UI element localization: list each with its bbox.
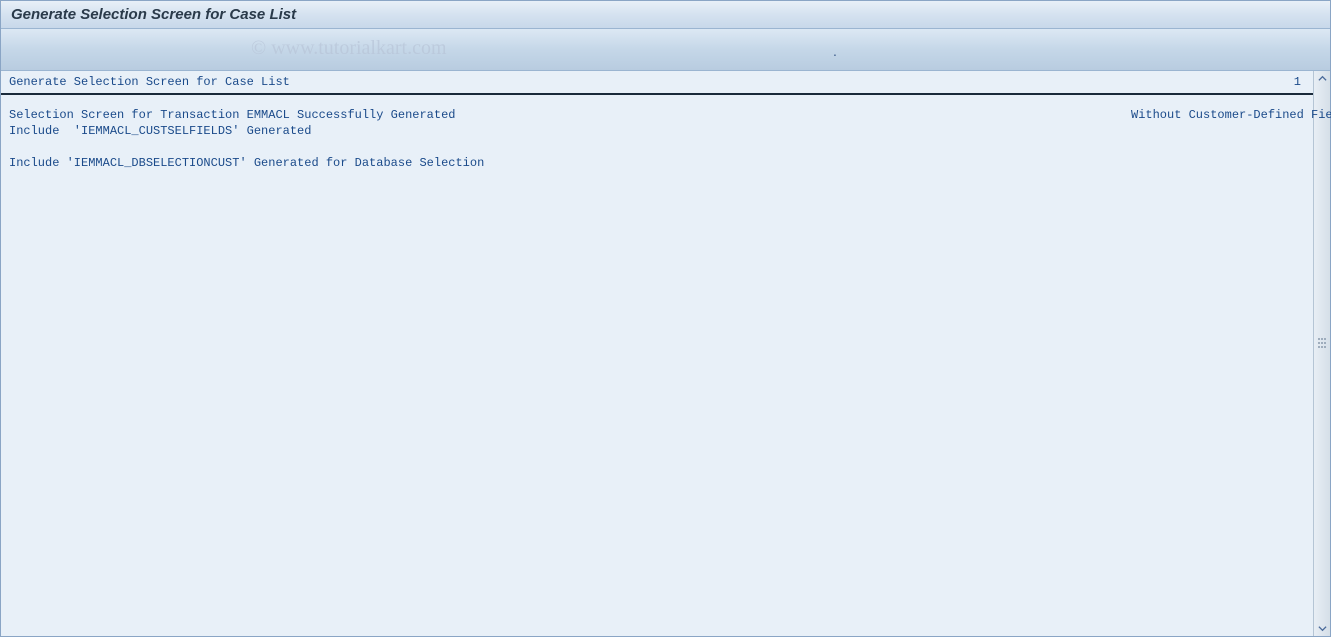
- report-line-left: Include 'IEMMACL_CUSTSELFIELDS' Generate…: [9, 123, 311, 139]
- vertical-scrollbar[interactable]: [1313, 71, 1330, 636]
- chevron-down-icon: [1318, 624, 1327, 633]
- report-line-left: Selection Screen for Transaction EMMACL …: [9, 107, 455, 123]
- report-line-right: Without Customer-Defined Fields: [1131, 107, 1331, 123]
- scroll-grip-icon: [1317, 337, 1327, 349]
- report-body: Selection Screen for Transaction EMMACL …: [1, 95, 1313, 179]
- toolbar-area: © www.tutorialkart.com .: [1, 29, 1330, 71]
- report-header-title: Generate Selection Screen for Case List: [9, 75, 290, 89]
- title-bar: Generate Selection Screen for Case List: [1, 1, 1330, 29]
- report-output: Generate Selection Screen for Case List …: [1, 71, 1313, 636]
- report-line: Selection Screen for Transaction EMMACL …: [9, 107, 1305, 123]
- report-header-page: 1: [1294, 75, 1305, 89]
- content-container: Generate Selection Screen for Case List …: [1, 71, 1330, 636]
- scroll-track[interactable]: [1314, 86, 1330, 621]
- window-title: Generate Selection Screen for Case List: [11, 6, 296, 23]
- report-header-row: Generate Selection Screen for Case List …: [1, 71, 1313, 95]
- scroll-down-button[interactable]: [1315, 621, 1330, 636]
- report-line-left: Include 'IEMMACL_DBSELECTIONCUST' Genera…: [9, 155, 484, 171]
- report-line: Include 'IEMMACL_CUSTSELFIELDS' Generate…: [9, 123, 1305, 139]
- chevron-up-icon: [1318, 74, 1327, 83]
- scroll-up-button[interactable]: [1315, 71, 1330, 86]
- report-blank-line: [9, 139, 1305, 155]
- report-line: Include 'IEMMACL_DBSELECTIONCUST' Genera…: [9, 155, 1305, 171]
- toolbar-dot: .: [833, 43, 837, 59]
- sap-window: Generate Selection Screen for Case List …: [0, 0, 1331, 637]
- watermark-text: © www.tutorialkart.com: [251, 37, 447, 60]
